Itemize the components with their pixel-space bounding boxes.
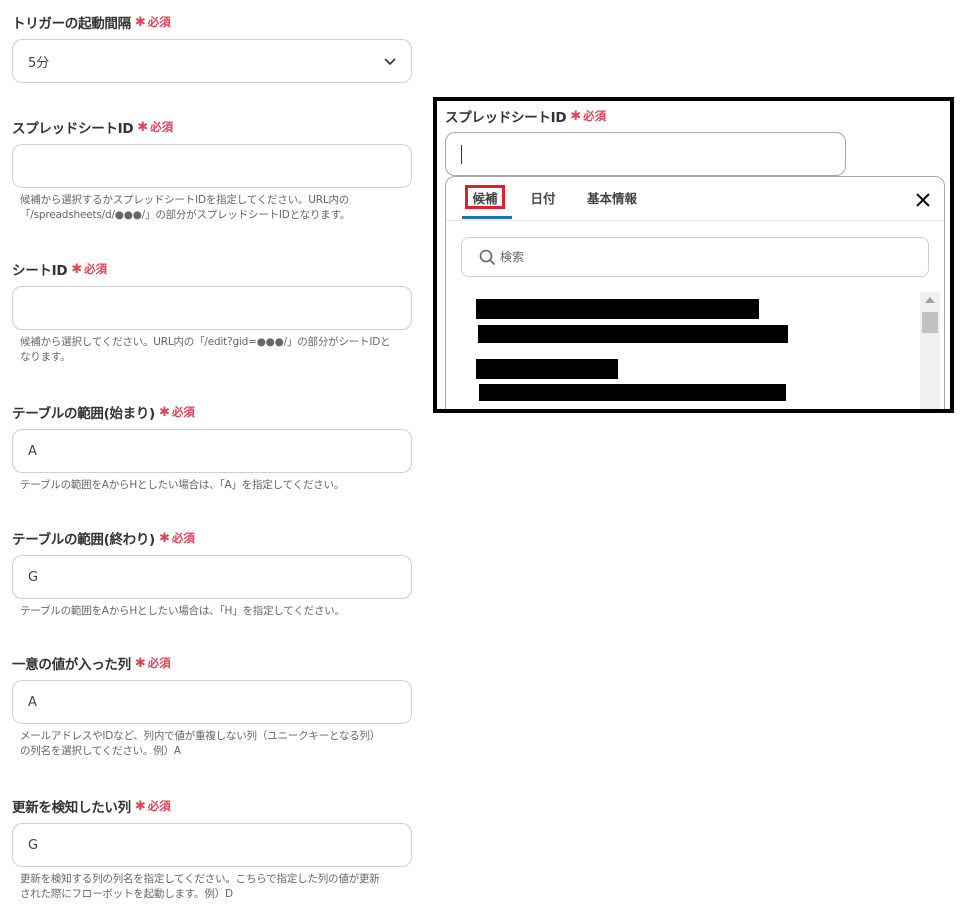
active-tab-indicator (462, 216, 512, 219)
field-trigger-interval: トリガーの起動間隔 ✱ 必須 5分 (12, 12, 412, 83)
redacted-text (476, 299, 759, 319)
chevron-down-icon (384, 58, 396, 66)
tab-date[interactable]: 日付 (528, 185, 558, 209)
spreadsheet-picker-callout: スプレッドシートID ✱ 必須 候補 日付 基本情報 (433, 97, 954, 413)
required-badge: 必須 (171, 405, 195, 419)
help-text: 更新を検知する列の列名を指定してください。こちらで指定した列の値が更新 された際… (20, 872, 416, 902)
field-label: テーブルの範囲(始まり) (12, 406, 155, 422)
required-badge: 必須 (150, 120, 174, 134)
field-label-row: テーブルの範囲(終わり) ✱ 必須 (12, 528, 412, 549)
help-line: なります。 (20, 351, 71, 363)
input-value: G (28, 569, 39, 585)
required-star-icon: ✱ (158, 530, 170, 546)
field-label-row: テーブルの範囲(始まり) ✱ 必須 (12, 402, 412, 423)
field-label-row: スプレッドシートID ✱ 必須 (12, 117, 412, 138)
required-badge: 必須 (147, 799, 171, 813)
field-unique-column: 一意の値が入った列 ✱ 必須 A メールアドレスやIDなど、列内で値が重複しない… (12, 653, 412, 757)
search-icon (479, 249, 496, 266)
field-label-row: 更新を検知したい列 ✱ 必須 (12, 796, 412, 817)
page: トリガーの起動間隔 ✱ 必須 5分 スプレッドシートID ✱ 必須 候補から選択… (0, 0, 965, 915)
input-value: A (28, 443, 37, 459)
help-line: の列名を選択してください。例）A (20, 745, 181, 757)
help-text: メールアドレスやIDなど、列内で値が重複しない列（ユニークキーとなる列） の列名… (20, 729, 416, 759)
field-spreadsheet-id: スプレッドシートID ✱ 必須 候補から選択するかスプレッドシートIDを指定して… (12, 117, 412, 221)
spreadsheet-id-input[interactable] (12, 144, 412, 188)
trigger-interval-select[interactable]: 5分 (12, 39, 412, 83)
help-line: 更新を検知する列の列名を指定してください。こちらで指定した列の値が更新 (20, 873, 380, 885)
field-detect-column: 更新を検知したい列 ✱ 必須 G 更新を検知する列の列名を指定してください。こち… (12, 796, 412, 900)
required-star-icon: ✱ (158, 404, 170, 420)
range-end-input[interactable]: G (12, 555, 412, 599)
field-label-row: スプレッドシートID ✱ 必須 (445, 106, 607, 127)
help-line: された際にフローボットを起動します。例）D (20, 888, 233, 900)
dropdown-tabs: 候補 日付 基本情報 (446, 177, 944, 221)
spreadsheet-id-input-focused[interactable] (445, 132, 846, 176)
field-range-start: テーブルの範囲(始まり) ✱ 必須 A テーブルの範囲をAからHとしたい場合は、… (12, 402, 412, 491)
help-line: 候補から選択してください。URL内の「/edit?gid=●●●/」の部分がシー… (20, 336, 391, 348)
help-text: テーブルの範囲をAからHとしたい場合は、「A」を指定してください。 (20, 478, 416, 493)
field-label: テーブルの範囲(終わり) (12, 532, 155, 548)
help-line: テーブルの範囲をAからHとしたい場合は、「H」を指定してください。 (20, 605, 345, 617)
field-label: 更新を検知したい列 (12, 800, 131, 816)
help-line: 候補から選択するかスプレッドシートIDを指定してください。URL内の (20, 194, 350, 206)
field-label: トリガーの起動間隔 (12, 16, 131, 32)
required-star-icon: ✱ (137, 119, 149, 135)
scrollbar[interactable] (920, 292, 940, 409)
help-line: 「/spreadsheets/d/●●●/」の部分がスプレッドシートIDとなりま… (20, 209, 351, 221)
field-label: スプレッドシートID (445, 110, 567, 126)
field-label-row: トリガーの起動間隔 ✱ 必須 (12, 12, 412, 33)
required-badge: 必須 (84, 262, 108, 276)
detect-column-input[interactable]: G (12, 823, 412, 867)
help-text: テーブルの範囲をAからHとしたい場合は、「H」を指定してください。 (20, 604, 416, 619)
required-star-icon: ✱ (71, 261, 83, 277)
field-label-row: シートID ✱ 必須 (12, 259, 412, 280)
close-icon[interactable] (914, 191, 932, 209)
tab-basic-info[interactable]: 基本情報 (584, 185, 640, 209)
redacted-text (476, 359, 618, 379)
field-label: スプレッドシートID (12, 121, 134, 137)
help-line: テーブルの範囲をAからHとしたい場合は、「A」を指定してください。 (20, 479, 345, 491)
select-value: 5分 (28, 55, 50, 71)
field-range-end: テーブルの範囲(終わり) ✱ 必須 G テーブルの範囲をAからHとしたい場合は、… (12, 528, 412, 617)
help-text: 候補から選択するかスプレッドシートIDを指定してください。URL内の 「/spr… (20, 193, 416, 223)
field-label: 一意の値が入った列 (12, 657, 131, 673)
required-badge: 必須 (171, 531, 195, 545)
suggestion-dropdown: 候補 日付 基本情報 (445, 176, 945, 409)
required-star-icon: ✱ (134, 798, 146, 814)
help-text: 候補から選択してください。URL内の「/edit?gid=●●●/」の部分がシー… (20, 335, 416, 365)
scrollbar-thumb[interactable] (922, 312, 938, 333)
required-badge: 必須 (583, 109, 607, 123)
help-line: メールアドレスやIDなど、列内で値が重複しない列（ユニークキーとなる列） (20, 730, 381, 742)
unique-column-input[interactable]: A (12, 680, 412, 724)
sheet-id-input[interactable] (12, 286, 412, 330)
required-star-icon: ✱ (134, 14, 146, 30)
input-value: A (28, 694, 37, 710)
field-label-row: 一意の値が入った列 ✱ 必須 (12, 653, 412, 674)
scroll-up-arrow-icon[interactable] (925, 297, 935, 303)
search-box[interactable] (461, 237, 929, 277)
required-star-icon: ✱ (570, 108, 582, 124)
range-start-input[interactable]: A (12, 429, 412, 473)
text-caret (461, 145, 462, 164)
tab-suggestions[interactable]: 候補 (465, 185, 505, 209)
field-sheet-id: シートID ✱ 必須 候補から選択してください。URL内の「/edit?gid=… (12, 259, 412, 363)
redacted-text (479, 384, 786, 401)
redacted-text (478, 325, 788, 343)
required-star-icon: ✱ (134, 655, 146, 671)
required-badge: 必須 (147, 656, 171, 670)
required-badge: 必須 (147, 15, 171, 29)
input-value: G (28, 837, 39, 853)
field-label: シートID (12, 263, 68, 279)
search-input[interactable] (500, 246, 900, 268)
